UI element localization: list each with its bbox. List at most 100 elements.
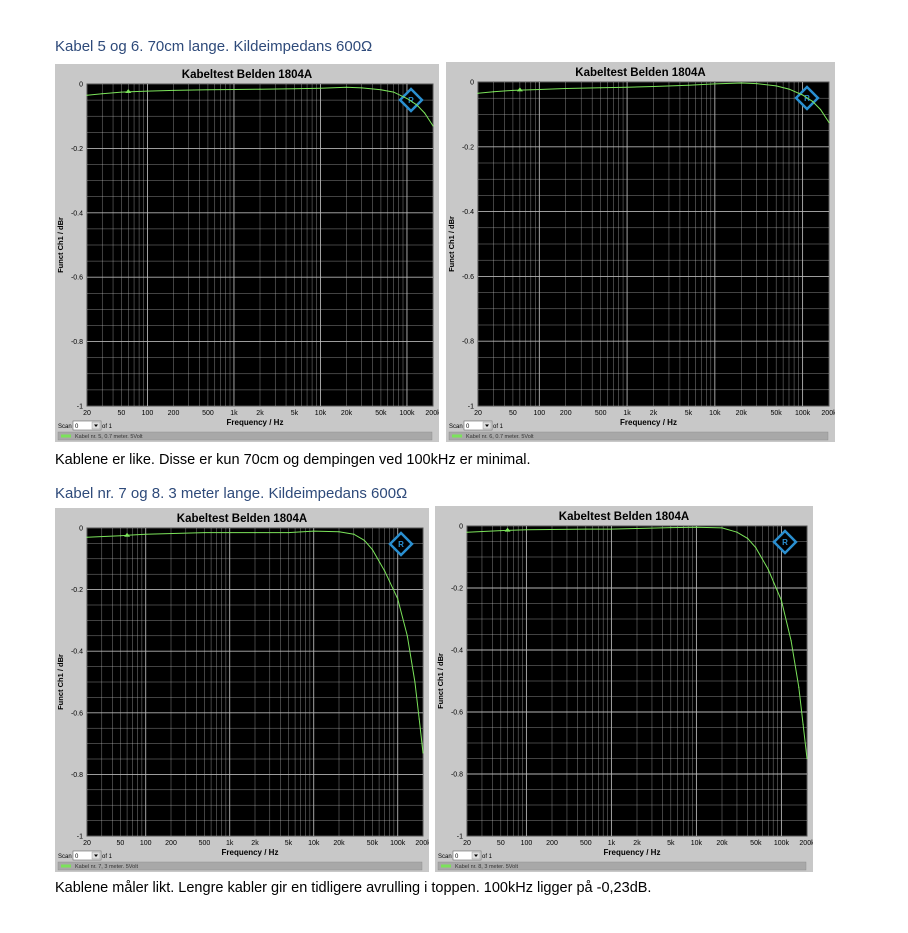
data-point: [806, 757, 808, 760]
x-tick-label: 100: [142, 410, 154, 417]
x-tick-label: 100: [533, 410, 545, 417]
data-point: [293, 88, 296, 90]
y-tick-label: -0.4: [451, 648, 463, 655]
legend-label: Kabel nr. 6, 0.7 meter. 5Volt: [466, 434, 534, 440]
y-axis-label: Funct Ch1 / dBr: [56, 654, 65, 710]
x-tick-label: 20: [463, 840, 471, 847]
y-tick-label: -0.4: [462, 209, 474, 216]
legend-label: Kabel nr. 5, 0.7 meter. 5Volt: [75, 434, 143, 440]
x-tick-label: 100k: [795, 410, 811, 417]
data-point: [345, 86, 348, 88]
chart-panel-3: Kabeltest Belden 1804A 0 -0.2 -0.4 -0.6 -0.8-…: [55, 508, 429, 872]
x-tick-label: 10k: [308, 840, 320, 847]
chart-2: Kabeltest Belden 1804A0-0.2-0.4-0.6-0.8-…: [447, 67, 835, 441]
x-tick-label: 50: [509, 410, 517, 417]
scan-of: of 1: [102, 854, 113, 860]
y-axis-label: Funct Ch1 / dBr: [447, 216, 456, 272]
legend-label: Kabel nr. 7, 3 meter. 5Volt: [75, 864, 138, 870]
data-point: [600, 87, 602, 89]
y-tick-label: -0.8: [71, 772, 83, 779]
chart-1: Kabeltest Belden 1804A0-0.2-0.4-0.6-0.8-…: [56, 69, 439, 441]
x-tick-label: 10k: [709, 410, 721, 417]
x-tick-label: 1k: [608, 840, 616, 847]
x-tick-label: 500: [580, 840, 592, 847]
legend-label: Kabel nr. 8, 3 meter. 5Volt: [455, 864, 518, 870]
data-point: [610, 528, 613, 530]
data-point: [538, 88, 540, 91]
data-point: [695, 526, 698, 528]
y-tick-label: -0.8: [462, 339, 474, 346]
scan-label: Scan: [58, 424, 72, 430]
data-point: [477, 92, 479, 94]
x-tick-label: 1k: [226, 840, 234, 847]
data-point: [780, 599, 783, 601]
data-point: [746, 537, 749, 539]
x-axis-label: Frequency / Hz: [620, 418, 677, 427]
y-tick-label: -0.4: [71, 649, 83, 656]
x-tick-label: 500: [199, 840, 211, 847]
data-point: [500, 530, 502, 532]
data-point: [233, 88, 235, 91]
rs-logo-mark: R: [398, 540, 404, 549]
data-point: [424, 112, 426, 114]
data-point: [146, 90, 149, 92]
data-point: [392, 91, 395, 93]
data-point: [525, 529, 528, 531]
y-tick-label: -0.6: [71, 275, 83, 282]
x-tick-label: 200: [546, 840, 558, 847]
y-axis-label: Funct Ch1 / dBr: [436, 653, 445, 709]
y-tick-label: -0.8: [451, 772, 463, 779]
data-point: [422, 752, 424, 754]
y-tick-label: 0: [459, 524, 463, 531]
y-tick-label: -0.2: [71, 146, 83, 153]
data-point: [767, 568, 769, 570]
x-tick-label: 20k: [736, 410, 748, 417]
x-tick-label: 50k: [367, 840, 379, 847]
data-point: [714, 83, 716, 85]
chart-panel-2: Kabeltest Belden 1804A 0 -0.2 -0.4 -0.6 -0.8-…: [446, 62, 835, 442]
data-point: [414, 681, 416, 683]
chart-3: Kabeltest Belden 1804A0-0.2-0.4-0.6-0.8-…: [56, 513, 429, 871]
data-point: [384, 570, 386, 572]
y-tick-label: -0.4: [71, 210, 83, 217]
chart-panel-1: Kabeltest Belden 1804A 0 -0.2 -0.4 -0.6 -0.8-…: [55, 64, 439, 442]
legend-swatch: [452, 434, 462, 438]
x-tick-label: 50k: [750, 840, 762, 847]
x-tick-label: 50: [117, 840, 125, 847]
data-point: [512, 89, 514, 92]
x-tick-label: 2k: [650, 410, 658, 417]
data-point: [313, 530, 315, 532]
data-point: [670, 526, 672, 529]
data-point: [229, 532, 231, 534]
data-point: [802, 723, 804, 725]
data-point: [775, 85, 777, 87]
x-tick-label: 100k: [390, 840, 406, 847]
data-point: [432, 125, 434, 127]
data-point: [788, 88, 790, 90]
legend-swatch: [61, 434, 71, 438]
data-point: [828, 121, 830, 124]
section-1-heading: Kabel 5 og 6. 70cm lange. Kildeimpedans …: [55, 38, 373, 55]
y-tick-label: 0: [470, 80, 474, 87]
scan-label: Scan: [449, 424, 463, 430]
x-axis-label: Frequency / Hz: [227, 418, 284, 427]
y-tick-label: -0.2: [451, 586, 463, 593]
data-point: [466, 531, 468, 533]
x-tick-label: 20k: [333, 840, 345, 847]
scan-of: of 1: [102, 424, 113, 430]
data-point: [811, 100, 814, 103]
data-point: [397, 598, 399, 600]
data-point: [363, 539, 365, 541]
x-tick-label: 2k: [256, 410, 264, 417]
chart-title: Kabeltest Belden 1804A: [559, 511, 689, 523]
data-point: [636, 527, 638, 530]
data-point: [492, 91, 495, 93]
x-tick-label: 50k: [375, 410, 387, 417]
data-point: [353, 533, 355, 535]
x-tick-label: 200k: [821, 410, 835, 417]
data-point: [338, 531, 340, 533]
y-tick-label: 0: [79, 82, 83, 89]
scan-of: of 1: [493, 424, 504, 430]
y-tick-label: -0.2: [462, 144, 474, 151]
x-tick-label: 100k: [399, 410, 415, 417]
